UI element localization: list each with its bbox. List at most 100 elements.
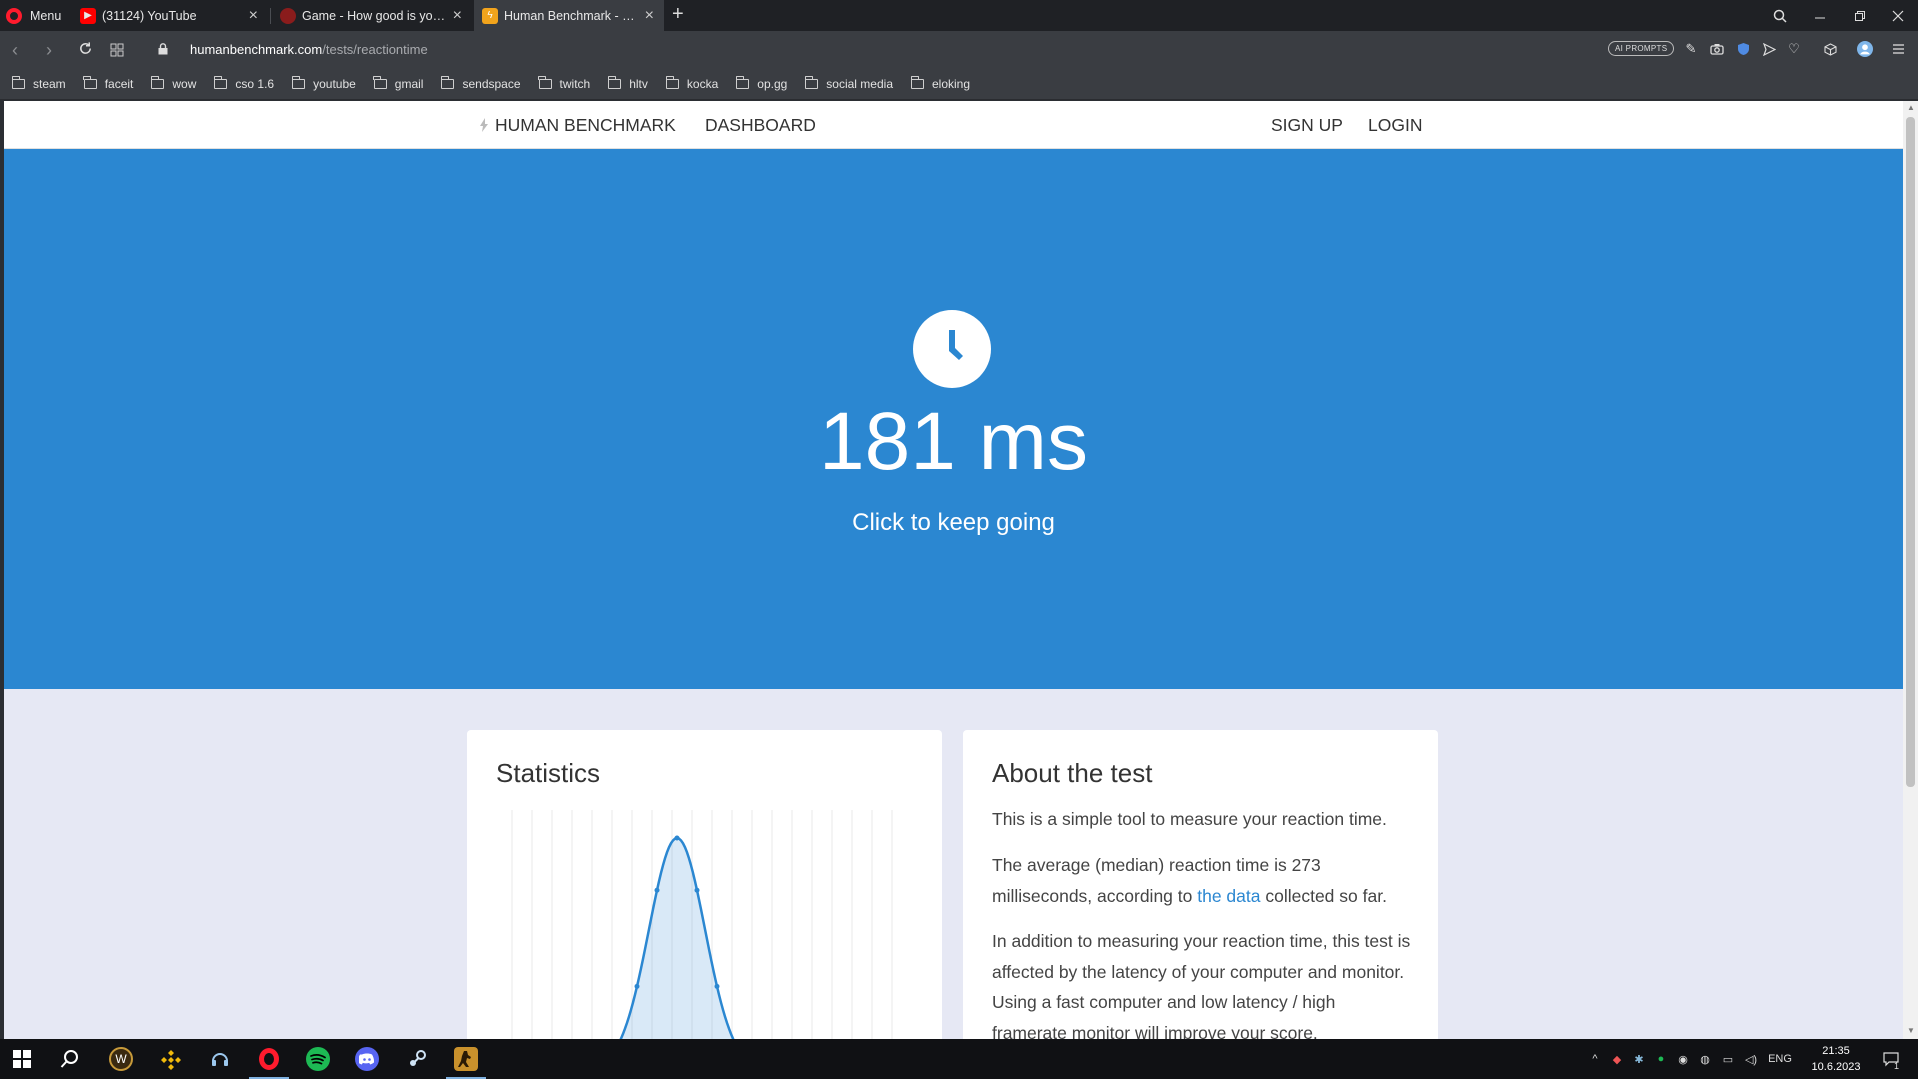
scroll-down-icon[interactable]: ▼ — [1907, 1026, 1915, 1035]
scroll-thumb[interactable] — [1906, 117, 1915, 787]
tab-youtube[interactable]: ▶ (31124) YouTube × — [72, 0, 268, 31]
forward-icon[interactable]: › — [46, 40, 52, 61]
ai-prompts-button[interactable]: AI PROMPTS — [1608, 41, 1675, 56]
bookmark-social-media[interactable]: social media — [804, 76, 893, 91]
close-window-icon[interactable] — [1878, 0, 1918, 31]
notifications-button[interactable]: 1 — [1876, 1039, 1906, 1079]
clock-icon — [913, 310, 991, 388]
page-viewport: HUMAN BENCHMARK DASHBOARD SIGN UP LOGIN … — [4, 101, 1903, 1039]
steam-app-icon[interactable] — [405, 1047, 429, 1071]
statistics-card: Statistics — [467, 730, 942, 1039]
bluetooth-tray-icon[interactable]: ✱ — [1628, 1053, 1650, 1066]
bookmark-opgg[interactable]: op.gg — [735, 76, 787, 91]
about-paragraph-2: The average (median) reaction time is 27… — [992, 850, 1412, 911]
bookmark-steam[interactable]: steam — [11, 76, 66, 91]
close-tab-icon[interactable]: × — [453, 7, 462, 25]
discord-app-icon[interactable] — [355, 1047, 379, 1071]
bookmark-hltv[interactable]: hltv — [607, 76, 648, 91]
search-tabs-icon[interactable] — [1760, 0, 1800, 31]
snapshot-edit-icon[interactable]: ✎ — [1683, 41, 1699, 57]
bookmark-wow[interactable]: wow — [150, 76, 196, 91]
url-path: /tests/reactiontime — [322, 42, 428, 57]
bookmark-label: eloking — [932, 77, 971, 91]
heart-icon[interactable]: ♡ — [1786, 41, 1802, 57]
binance-app-icon[interactable] — [159, 1047, 183, 1071]
distribution-chart — [511, 810, 893, 1039]
reload-icon[interactable] — [78, 40, 93, 61]
network-icon[interactable]: ▭ — [1716, 1053, 1740, 1066]
chevron-up-icon[interactable]: ^ — [1584, 1053, 1606, 1065]
search-icon[interactable] — [58, 1047, 82, 1071]
distribution-point — [654, 887, 660, 893]
back-icon[interactable]: ‹ — [12, 40, 18, 61]
close-tab-icon[interactable]: × — [249, 7, 258, 25]
opera-app-icon[interactable] — [257, 1047, 281, 1071]
bookmark-faceit[interactable]: faceit — [83, 76, 134, 91]
distribution-area — [620, 838, 734, 1039]
bookmark-cso[interactable]: cso 1.6 — [213, 76, 274, 91]
headset-app-icon[interactable] — [208, 1047, 232, 1071]
distribution-point — [634, 983, 640, 989]
tab-title: Human Benchmark - Reaction Time Test — [504, 8, 639, 23]
lock-icon[interactable] — [158, 43, 168, 55]
bookmark-label: gmail — [394, 77, 424, 91]
discord-tray-icon[interactable]: ◉ — [1672, 1053, 1694, 1066]
taskbar-clock[interactable]: 21:35 10.6.2023 — [1806, 1043, 1866, 1075]
bookmarks-bar: steam faceit wow cso 1.6 youtube gmail s… — [0, 69, 1918, 100]
dashboard-link[interactable]: DASHBOARD — [705, 115, 816, 136]
wow-app-icon[interactable]: W — [109, 1047, 133, 1071]
bookmark-label: faceit — [104, 77, 134, 91]
shield-tray-icon[interactable]: ◆ — [1606, 1053, 1628, 1066]
target-icon — [280, 7, 296, 24]
vpn-shield-icon[interactable] — [1735, 41, 1751, 57]
distribution-point — [674, 835, 680, 841]
bookmark-gmail[interactable]: gmail — [373, 76, 424, 91]
new-tab-button[interactable]: + — [672, 3, 684, 26]
bookmark-label: twitch — [559, 77, 591, 91]
close-tab-icon[interactable]: × — [645, 7, 654, 25]
send-icon[interactable] — [1761, 41, 1777, 57]
opera-logo-icon — [6, 7, 22, 24]
tab-separator — [270, 8, 271, 24]
folder-icon — [441, 76, 455, 89]
url-field[interactable]: humanbenchmark.com/tests/reactiontime — [190, 42, 428, 57]
page-scrollbar[interactable]: ▲ ▼ — [1903, 101, 1918, 1039]
spotify-tray-icon[interactable]: ● — [1650, 1053, 1672, 1065]
tab-aim-game[interactable]: Game - How good is your aim? × — [272, 0, 472, 31]
reaction-test-area[interactable]: 181 ms Click to keep going — [4, 149, 1903, 689]
scroll-up-icon[interactable]: ▲ — [1907, 103, 1915, 112]
folder-icon — [538, 76, 552, 89]
windows-start-icon[interactable] — [10, 1047, 34, 1071]
steam-tray-icon[interactable]: ◍ — [1694, 1053, 1716, 1066]
brand-link[interactable]: HUMAN BENCHMARK — [495, 115, 676, 136]
spotify-app-icon[interactable] — [306, 1047, 330, 1071]
profile-avatar-icon[interactable] — [1857, 41, 1873, 57]
tab-title: (31124) YouTube — [102, 8, 197, 23]
tiles-icon[interactable] — [110, 41, 124, 62]
tab-human-benchmark[interactable]: ϟ Human Benchmark - Reaction Time Test × — [474, 0, 664, 31]
folder-icon — [291, 76, 306, 89]
language-indicator[interactable]: ENG — [1762, 1053, 1798, 1065]
bookmark-youtube[interactable]: youtube — [291, 76, 356, 91]
bookmark-label: youtube — [313, 77, 356, 91]
statistics-title: Statistics — [496, 758, 601, 788]
minimize-icon[interactable] — [1800, 0, 1840, 31]
camera-icon[interactable] — [1709, 41, 1725, 57]
url-host: humanbenchmark.com — [190, 42, 323, 57]
restore-icon[interactable] — [1840, 0, 1880, 31]
counter-strike-app-icon[interactable] — [454, 1047, 478, 1071]
bookmark-twitch[interactable]: twitch — [538, 76, 591, 91]
bookmark-eloking[interactable]: eloking — [910, 76, 971, 91]
the-data-link[interactable]: the data — [1197, 886, 1260, 906]
clock-date: 10.6.2023 — [1811, 1061, 1861, 1073]
easy-setup-icon[interactable] — [1890, 41, 1906, 57]
bookmark-sendspace[interactable]: sendspace — [441, 76, 521, 91]
signup-link[interactable]: SIGN UP — [1271, 115, 1343, 136]
folder-icon — [213, 76, 228, 89]
bookmark-kocka[interactable]: kocka — [665, 76, 718, 91]
cube-extension-icon[interactable] — [1822, 41, 1838, 57]
folder-icon — [373, 76, 387, 89]
volume-icon[interactable]: ◁) — [1740, 1053, 1762, 1066]
login-link[interactable]: LOGIN — [1368, 115, 1422, 136]
opera-menu-button[interactable]: Menu — [6, 0, 61, 31]
